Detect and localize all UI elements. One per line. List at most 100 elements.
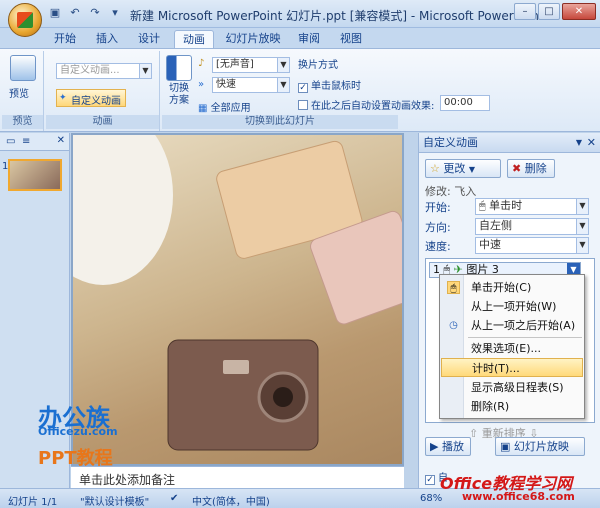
checkbox-unchecked-icon [298,100,308,110]
status-zoom[interactable]: 68% [420,493,442,504]
remove-effect-label: 删除 [524,162,547,175]
maximize-button[interactable]: □ [538,3,560,20]
chevron-down-icon: ▼ [277,78,289,92]
camera-photo-image [73,135,402,451]
apply-all-icon: ▦ [198,103,208,114]
star-icon: ☆ [430,162,440,175]
tab-insert[interactable]: 插入 [90,30,124,48]
menu-start-on-click-label: 单击开始(C) [471,281,532,294]
transition-scheme-icon [166,55,192,81]
menu-start-on-click[interactable]: 🖱 单击开始(C) [441,278,583,297]
menu-remove[interactable]: 删除(R) [441,397,583,416]
change-effect-label: 更改 [443,162,466,175]
menu-with-previous-label: 从上一项开始(W) [471,300,557,313]
menu-remove-label: 删除(R) [471,400,510,413]
start-combo[interactable]: 🖱 单击时 ▼ [475,198,589,215]
sound-combo-value: [无声音] [216,59,254,70]
transition-scheme-button[interactable]: 切换 方案 [164,83,194,107]
tab-design[interactable]: 设计 [132,30,166,48]
quick-access-toolbar: ▣ ↶ ↷ ▾ [48,6,122,20]
animation-combo[interactable]: 自定义动画... ▼ [56,63,152,79]
speed-combo[interactable]: 快速 ▼ [212,77,290,93]
menu-with-previous[interactable]: 从上一项开始(W) [441,297,583,316]
ribbon-tabs: 开始 插入 设计 动画 幻灯片放映 审阅 视图 – ❐ ✕ [0,28,600,69]
tab-home[interactable]: 开始 [48,30,82,48]
watermark-url: Officezu.com [38,425,118,438]
chevron-down-icon: ▼ [277,58,289,72]
slide-canvas [71,133,404,466]
menu-effect-options-label: 效果选项(E)... [471,342,542,355]
on-click-checkbox[interactable]: ✓ 单击鼠标时 [298,77,361,93]
window-controls: – □ ✕ [514,3,596,20]
title-bar: ▣ ↶ ↷ ▾ 新建 Microsoft PowerPoint 幻灯片.ppt … [0,0,600,28]
custom-animation-button[interactable]: ✦ 自定义动画 [56,89,126,107]
preview-button[interactable]: 预览 [9,85,29,100]
apply-all-label: 全部应用 [210,103,251,114]
customize-qat-icon[interactable]: ▾ [108,6,122,20]
custom-animation-icon: ✦ [59,93,67,103]
camera-flash [223,360,249,374]
office-button[interactable] [8,3,42,37]
change-effect-button[interactable]: ☆ 更改 ▼ [425,159,501,178]
remove-icon: ✖ [512,162,522,175]
play-button[interactable]: ▶ 播放 [425,437,471,456]
checkbox-checked-icon: ✓ [298,83,308,93]
timing-context-menu: 🖱 单击开始(C) 从上一项开始(W) ◷ 从上一项之后开始(A) 效果选项(E… [439,274,585,419]
slideshow-label: 幻灯片放映 [513,440,569,453]
preview-icon [10,55,36,81]
chevron-down-icon: ▼ [576,199,588,214]
sound-combo[interactable]: [无声音] ▼ [212,57,290,73]
task-pane-title: 自定义动画 [423,136,478,149]
direction-label: 方向: [425,221,451,234]
menu-after-previous[interactable]: ◷ 从上一项之后开始(A) [441,316,583,335]
auto-after-time-input[interactable]: 00:00 [440,95,490,111]
slide-thumbnail[interactable] [8,159,62,191]
tab-slideshow[interactable]: 幻灯片放映 [222,30,284,48]
menu-separator [468,337,582,338]
menu-timing[interactable]: 计时(T)... [441,358,583,377]
chevron-down-icon: ▼ [576,238,588,253]
save-icon[interactable]: ▣ [48,6,62,20]
slides-tab-icon[interactable]: ▭ [6,136,15,147]
notes-placeholder: 单击此处添加备注 [79,473,176,487]
direction-combo-value: 自左侧 [479,219,512,232]
group-label-transition: 切换到此幻灯片 [162,115,398,129]
clock-icon: ◷ [449,320,458,331]
menu-show-advanced-timeline[interactable]: 显示高级日程表(S) [441,378,583,397]
speed-combo-value: 快速 [216,79,236,90]
on-click-label: 单击鼠标时 [311,81,361,92]
close-pane-icon[interactable]: ✕ [57,135,65,146]
task-pane-menu-icon[interactable]: ▼ [576,133,582,153]
redo-icon[interactable]: ↷ [88,6,102,20]
group-preview: 预览 预览 [2,51,44,131]
tab-animations[interactable]: 动画 [174,30,214,48]
mouse-icon: 🖱 [479,199,486,212]
direction-combo[interactable]: 自左侧 ▼ [475,218,589,235]
auto-after-checkbox[interactable]: 在此之后自动设置动画效果: [298,97,434,112]
speed-combo-pane[interactable]: 中速 ▼ [475,237,589,254]
lamp-shape [73,135,173,285]
status-theme: "默认设计模板" [80,497,150,508]
slideshow-button[interactable]: ▣ 幻灯片放映 [495,437,585,456]
undo-icon[interactable]: ↶ [68,6,82,20]
speed-pane-value: 中速 [479,238,501,251]
auto-after-time-value: 00:00 [444,97,473,108]
minimize-button[interactable]: – [514,3,536,20]
tab-review[interactable]: 审阅 [292,30,326,48]
menu-effect-options[interactable]: 效果选项(E)... [441,339,583,358]
menu-show-advanced-timeline-label: 显示高级日程表(S) [471,381,564,394]
remove-effect-button[interactable]: ✖ 删除 [507,159,555,178]
tab-view[interactable]: 视图 [334,30,368,48]
apply-all-button[interactable]: ▦ 全部应用 [198,99,251,114]
modify-label: 修改: 飞入 [425,185,477,198]
start-label: 开始: [425,201,451,214]
slide-picture[interactable] [73,135,402,464]
watermark-ppt: PPT教程 [38,448,113,469]
status-language: 中文(简体，中国) [192,497,270,508]
notes-pane[interactable]: 单击此处添加备注 [71,466,404,488]
spellcheck-icon[interactable]: ✔ [170,493,178,504]
task-pane-close-icon[interactable]: ✕ [587,133,596,153]
outline-tab-icon[interactable]: ≡ [22,136,30,147]
group-label-preview: 预览 [2,115,43,129]
close-button[interactable]: ✕ [562,3,596,20]
